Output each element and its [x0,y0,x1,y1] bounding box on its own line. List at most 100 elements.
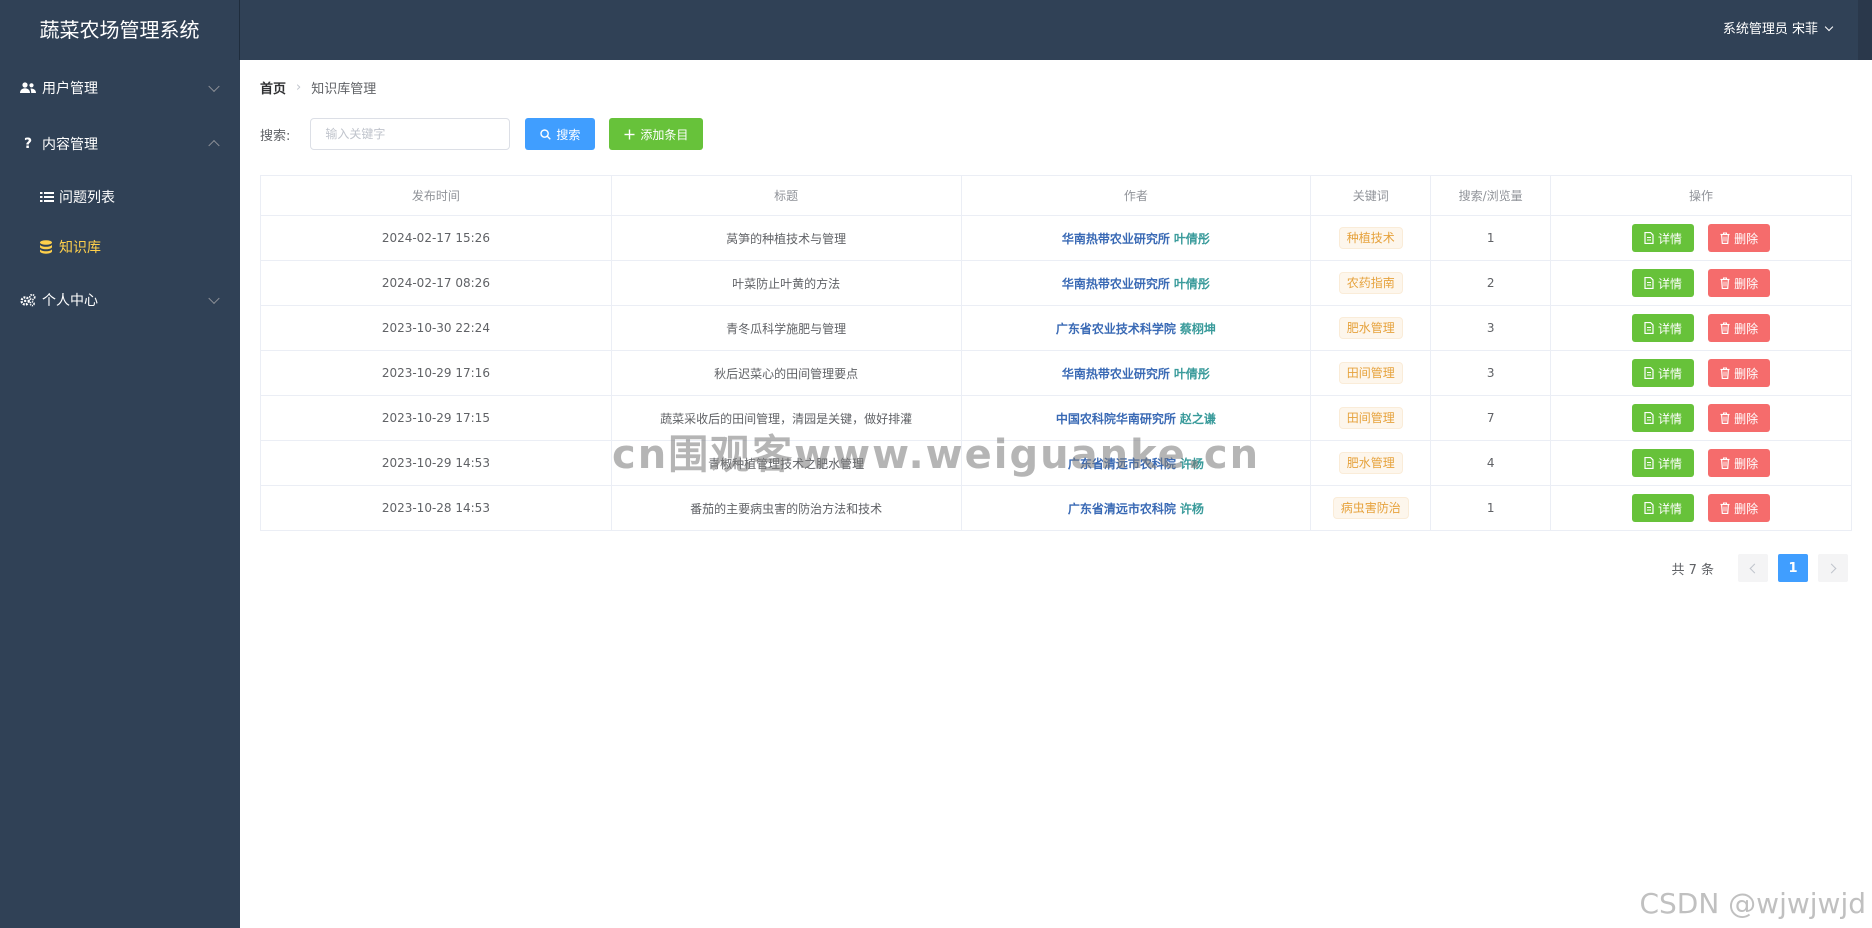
detail-button[interactable]: 详情 [1632,449,1695,477]
cell-views: 3 [1430,305,1552,351]
table-row: 2023-10-29 17:15 蔬菜采收后的田间管理，清园是关键，做好排灌 中国农… [260,395,1852,441]
menu-content-management[interactable]: ? 内容管理 [0,116,240,172]
detail-label: 详情 [1658,456,1683,471]
cell-actions: 详情 删除 [1550,305,1852,351]
detail-button[interactable]: 详情 [1632,494,1695,522]
delete-label: 删除 [1734,501,1759,516]
detail-label: 详情 [1658,501,1683,516]
question-icon: ? [23,136,33,152]
knowledge-table: 发布时间 标题 作者 关键词 搜索/浏览量 操作 2024-02-17 15:2… [260,175,1852,531]
menu-user-management[interactable]: 用户管理 [0,60,240,116]
add-button-label: 添加条目 [640,127,689,142]
keyword-tag: 肥水管理 [1338,317,1403,339]
user-menu[interactable]: 系统管理员 宋菲 [1722,0,1834,60]
delete-button[interactable]: 删除 [1708,269,1771,297]
pagination-total: 共 7 条 [1671,562,1714,578]
cell-time: 2024-02-17 15:26 [260,215,612,261]
table-header-row: 发布时间 标题 作者 关键词 搜索/浏览量 操作 [260,175,1852,216]
cell-actions: 详情 删除 [1550,440,1852,486]
document-icon [1644,457,1654,469]
menu-personal-center[interactable]: 个人中心 [0,272,240,328]
cell-title: 莴笋的种植技术与管理 [610,215,962,261]
cell-author: 华南热带农业研究所 叶倩彤 [960,260,1312,306]
search-button[interactable]: 搜索 [525,118,596,150]
trash-icon [1720,457,1730,469]
detail-label: 详情 [1658,411,1683,426]
author-org: 中国农科院华南研究所 [1055,411,1176,426]
breadcrumb-home[interactable]: 首页 [260,78,286,97]
author-name: 蔡栩坤 [1179,321,1216,336]
author-name: 叶倩彤 [1173,231,1210,246]
users-icon [20,82,36,94]
delete-button[interactable]: 删除 [1708,404,1771,432]
author-name: 叶倩彤 [1173,366,1210,381]
trash-icon [1720,412,1730,424]
cell-author: 广东省清远市农科院 许杨 [960,440,1312,486]
detail-button[interactable]: 详情 [1632,359,1695,387]
cell-title: 番茄的主要病虫害的防治方法和技术 [610,485,962,531]
document-icon [1644,322,1654,334]
column-header: 操作 [1550,175,1852,216]
submenu-label: 知识库 [59,240,101,256]
delete-label: 删除 [1734,231,1759,246]
author-org: 广东省农业技术科学院 [1055,321,1176,336]
user-name: 系统管理员 宋菲 [1722,22,1818,37]
submenu-question-list[interactable]: 问题列表 [0,172,240,222]
top-header: 系统管理员 宋菲 [240,0,1872,60]
cell-actions: 详情 删除 [1550,350,1852,396]
cell-time: 2023-10-29 17:15 [260,395,612,441]
document-icon [1644,502,1654,514]
cell-keyword: 肥水管理 [1310,305,1432,351]
author-name: 叶倩彤 [1173,276,1210,291]
detail-button[interactable]: 详情 [1632,314,1695,342]
detail-button[interactable]: 详情 [1632,224,1695,252]
prev-page-button[interactable] [1738,554,1768,582]
table-row: 2023-10-29 14:53 青椒种植管理技术之肥水管理 广东省清远市农科院 许杨… [260,440,1852,486]
menu-label: 用户管理 [42,81,98,97]
submenu-knowledge-base[interactable]: 知识库 [0,222,240,272]
trash-icon [1720,232,1730,244]
table-row: 2024-02-17 15:26 莴笋的种植技术与管理 华南热带农业研究所 叶倩彤 种植… [260,215,1852,261]
search-input[interactable] [310,118,511,150]
document-icon [1644,367,1654,379]
keyword-tag: 田间管理 [1338,362,1403,384]
detail-button[interactable]: 详情 [1632,404,1695,432]
next-page-button[interactable] [1818,554,1848,582]
table-body: 2024-02-17 15:26 莴笋的种植技术与管理 华南热带农业研究所 叶倩彤 种植… [260,215,1852,531]
cell-actions: 详情 删除 [1550,260,1852,306]
plus-icon [624,129,635,140]
trash-icon [1720,277,1730,289]
cell-keyword: 种植技术 [1310,215,1432,261]
delete-button[interactable]: 删除 [1708,359,1771,387]
cell-time: 2023-10-29 14:53 [260,440,612,486]
keyword-tag: 病虫害防治 [1332,497,1409,519]
table-row: 2023-10-28 14:53 番茄的主要病虫害的防治方法和技术 广东省清远市农科… [260,485,1852,531]
add-entry-button[interactable]: 添加条目 [609,118,704,150]
detail-button[interactable]: 详情 [1632,269,1695,297]
delete-button[interactable]: 删除 [1708,314,1771,342]
delete-button[interactable]: 删除 [1708,494,1771,522]
column-header: 搜索/浏览量 [1430,175,1552,216]
delete-button[interactable]: 删除 [1708,224,1771,252]
page-number-button[interactable]: 1 [1778,554,1808,582]
cell-actions: 详情 删除 [1550,485,1852,531]
detail-label: 详情 [1658,276,1683,291]
search-icon [540,128,552,140]
chevron-down-icon [208,292,220,305]
cell-views: 3 [1430,350,1552,396]
cell-actions: 详情 删除 [1550,395,1852,441]
delete-label: 删除 [1734,321,1759,336]
cell-time: 2023-10-30 22:24 [260,305,612,351]
cell-views: 4 [1430,440,1552,486]
author-name: 许杨 [1179,456,1204,471]
scrollbar[interactable] [1858,0,1872,60]
column-header: 关键词 [1310,175,1432,216]
cell-author: 华南热带农业研究所 叶倩彤 [960,215,1312,261]
cell-views: 1 [1430,215,1552,261]
menu-label: 个人中心 [42,293,98,309]
cell-keyword: 田间管理 [1310,350,1432,396]
delete-button[interactable]: 删除 [1708,449,1771,477]
delete-label: 删除 [1734,366,1759,381]
author-name: 赵之谦 [1179,411,1216,426]
breadcrumb: 首页 › 知识库管理 [260,78,376,97]
